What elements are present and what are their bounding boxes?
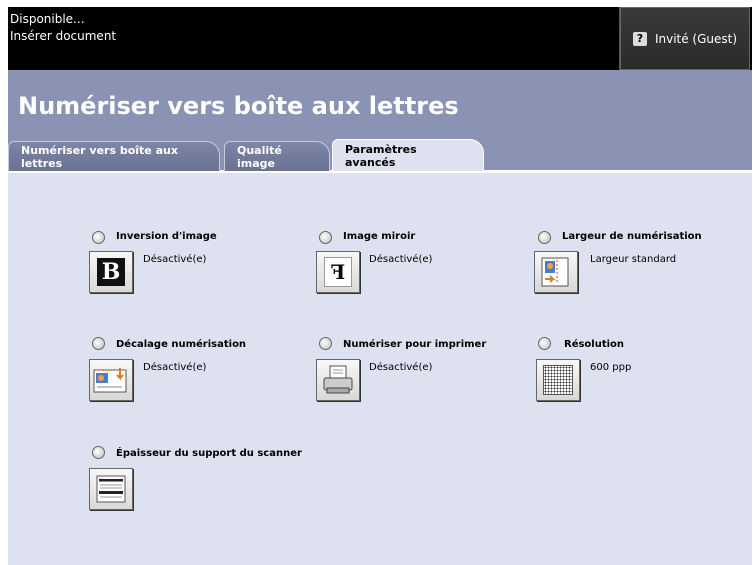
scan-width-icon [541,257,569,287]
tab-label: Qualité image [237,143,282,170]
tab-label: Paramètres avancés [345,143,417,169]
tab-image-quality[interactable]: Qualité image [224,141,330,171]
scan-to-print-button[interactable] [316,359,360,401]
media-thickness-label: Épaisseur du support du scanner [116,448,302,459]
scan-to-print-label: Numériser pour imprimer [343,339,487,350]
resolution-grid-icon [543,365,573,395]
status-subtext: Insérer document [10,29,117,43]
tab-advanced-settings[interactable]: Paramètres avancés [332,139,484,172]
resolution-label: Résolution [564,339,625,350]
resolution-radio[interactable] [538,337,551,350]
scan-to-print-value: Désactivé(e) [369,362,433,373]
scan-shift-radio[interactable] [92,337,105,350]
scan-shift-button[interactable] [89,359,133,401]
scan-width-button[interactable] [534,251,578,293]
status-bar: Disponible... Insérer document ? Invité … [8,7,752,70]
scan-shift-value: Désactivé(e) [143,362,207,373]
status-text: Disponible... [10,12,85,26]
inversion-button[interactable]: B [89,251,133,293]
tab-scan-to-mailbox[interactable]: Numériser vers boîte aux lettres [8,141,220,171]
inversion-value: Désactivé(e) [143,254,207,265]
scan-width-label: Largeur de numérisation [562,231,702,242]
page-title: Numériser vers boîte aux lettres [18,92,459,120]
tab-label: Numériser vers boîte aux lettres [21,143,178,170]
scan-width-radio[interactable] [538,231,551,244]
media-thickness-button[interactable] [89,468,133,510]
mirror-button[interactable]: F [316,251,360,293]
user-button[interactable]: ? Invité (Guest) [619,7,750,70]
user-label: Invité (Guest) [654,31,738,46]
scan-shift-icon [93,368,127,393]
inversion-radio[interactable] [92,231,105,244]
scan-shift-label: Décalage numérisation [116,339,247,350]
mirror-label: Image miroir [343,231,416,242]
mirror-value: Désactivé(e) [369,254,433,265]
media-thickness-radio[interactable] [92,446,105,459]
resolution-value: 600 ppp [590,362,632,373]
mirror-icon: F [324,257,352,287]
scan-width-value: Largeur standard [590,254,677,265]
inversion-label: Inversion d'image [116,231,217,242]
scan-to-print-radio[interactable] [319,337,332,350]
mirror-radio[interactable] [319,231,332,244]
resolution-button[interactable] [536,359,580,401]
options-panel: Inversion d'image B Désactivé(e) Image m… [8,171,752,565]
media-thickness-icon [96,475,126,503]
lock-icon: ? [632,31,647,46]
b-icon: B [97,258,125,286]
printer-icon [323,365,353,394]
